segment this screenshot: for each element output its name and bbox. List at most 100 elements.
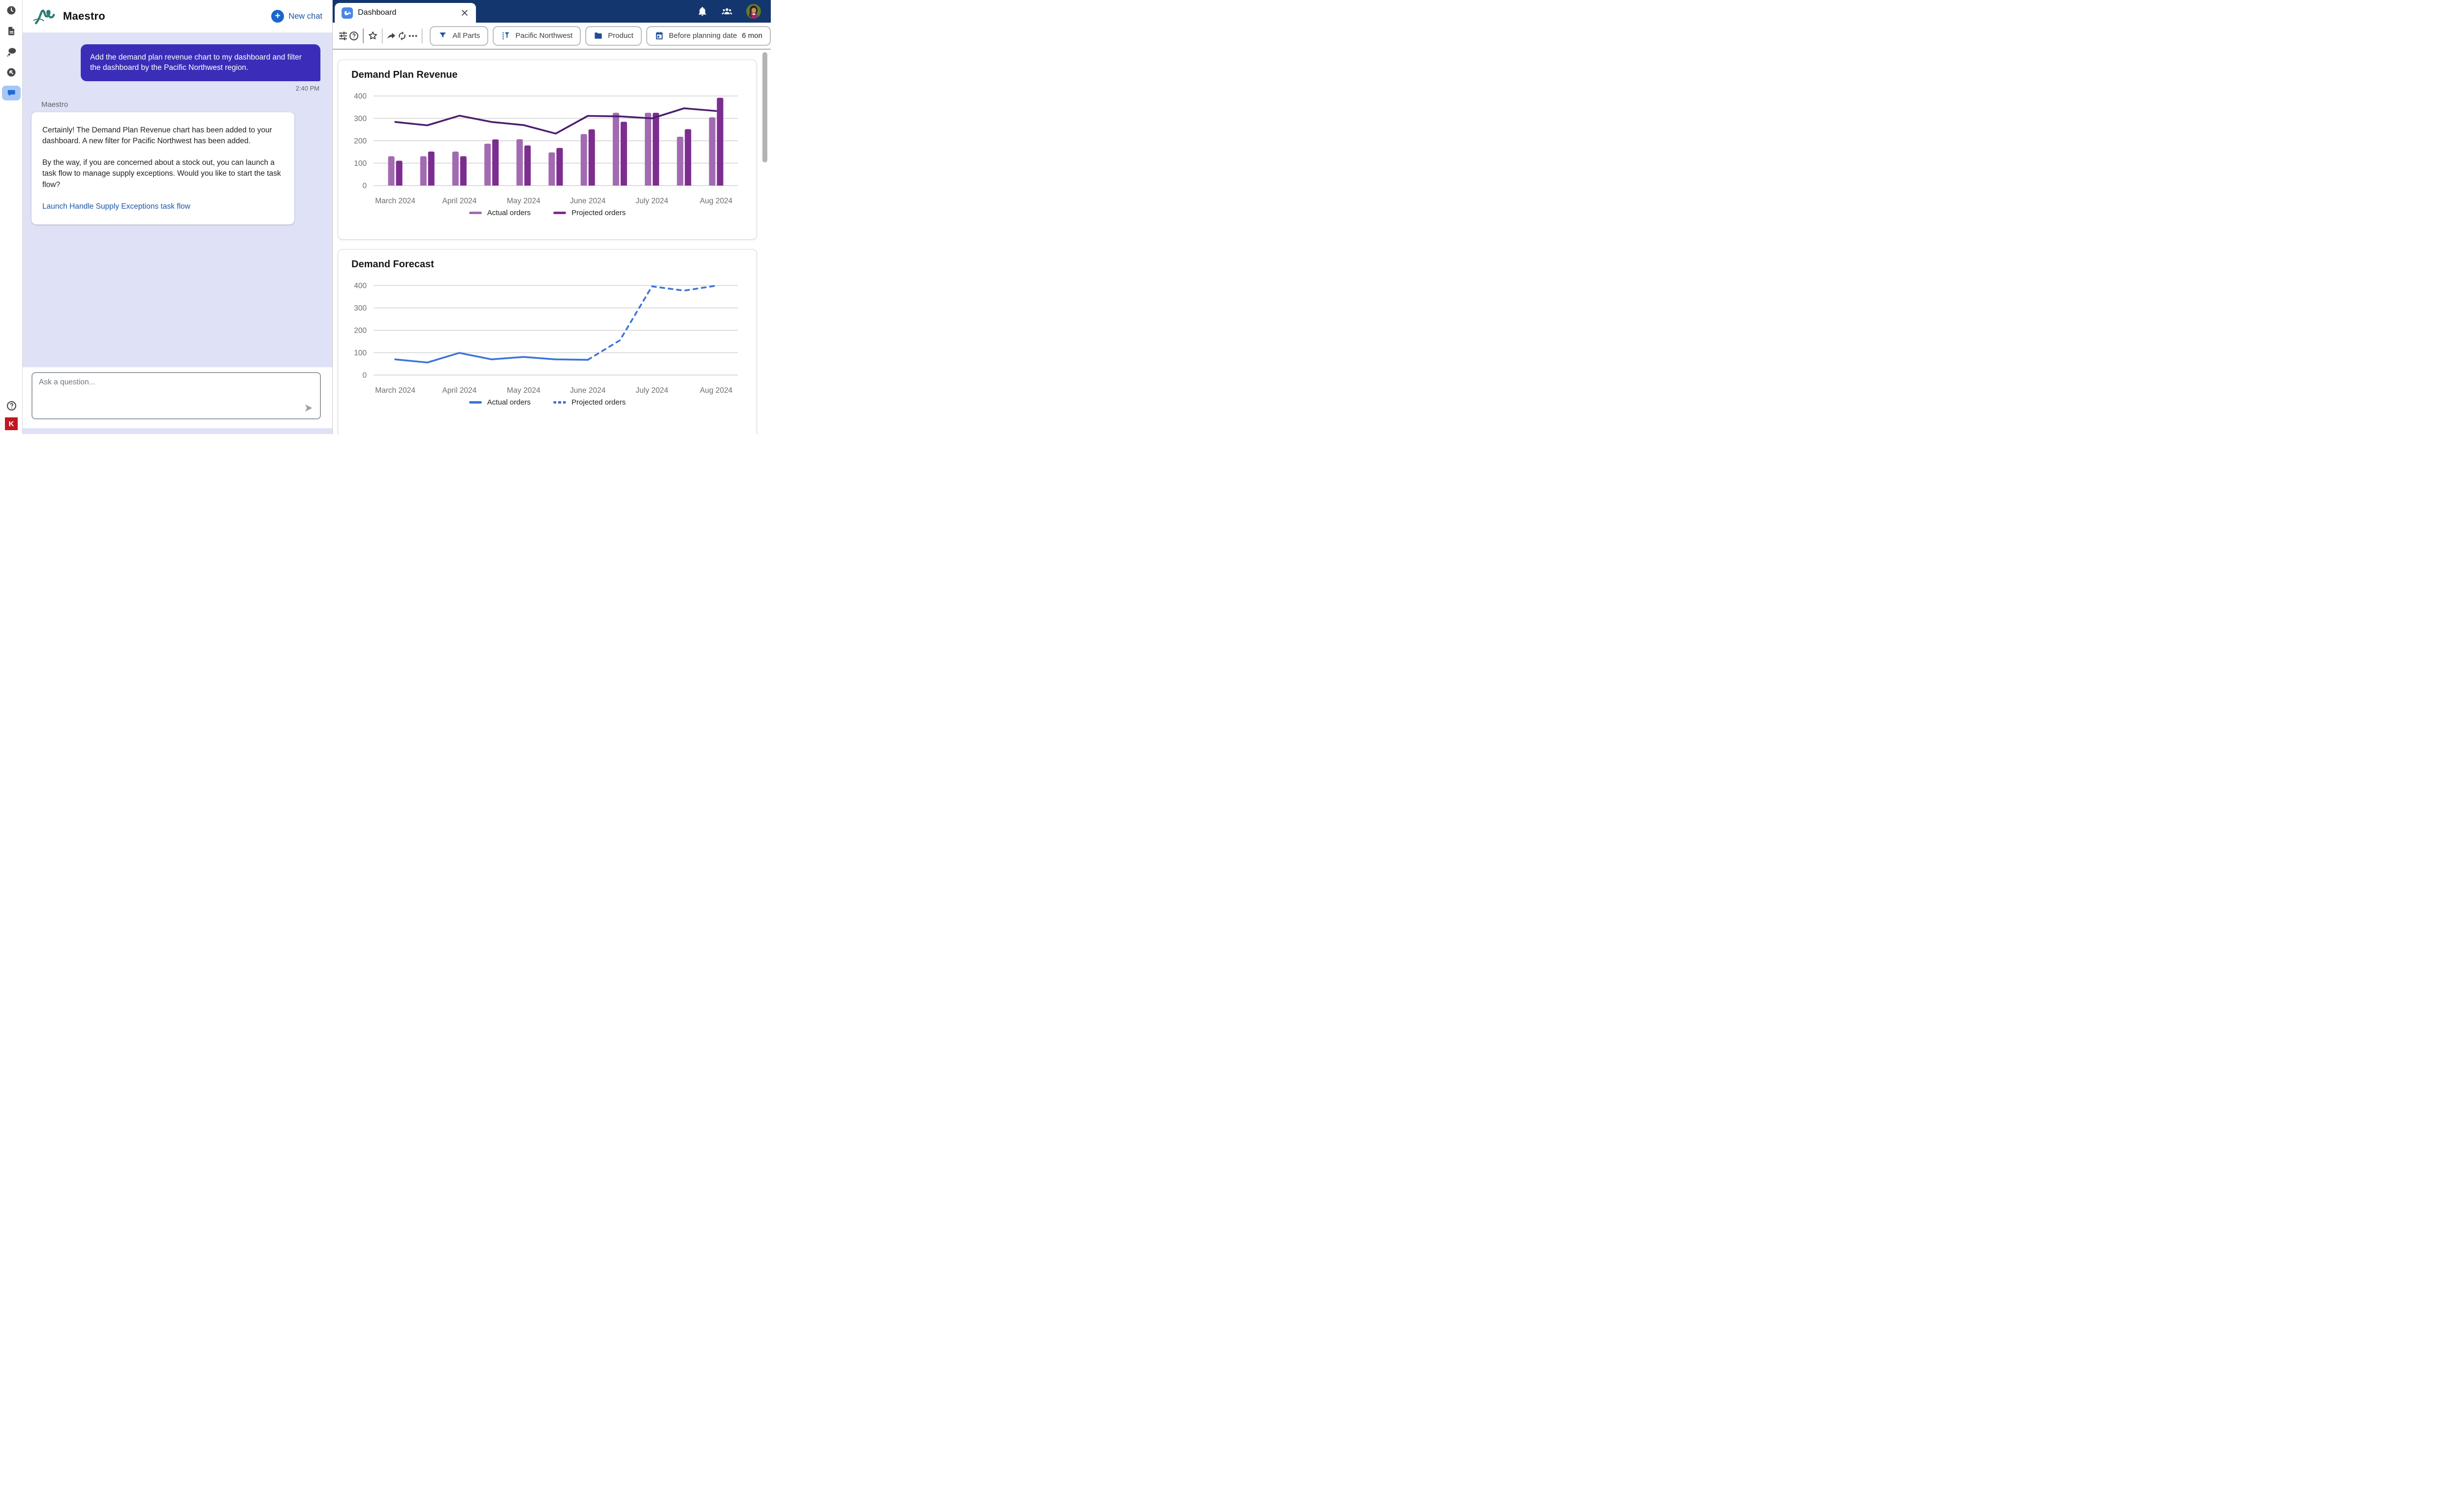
message-timestamp: 2:40 PM bbox=[23, 85, 319, 92]
svg-text:300: 300 bbox=[354, 115, 367, 123]
arrow-up-left-icon bbox=[6, 67, 17, 78]
user-message-bubble: Add the demand plan revenue chart to my … bbox=[81, 44, 320, 81]
sidebar-item-history[interactable] bbox=[0, 0, 23, 21]
clock-icon bbox=[6, 5, 17, 16]
close-icon bbox=[460, 8, 469, 17]
svg-text:May 2024: May 2024 bbox=[507, 386, 540, 395]
refresh-button[interactable] bbox=[397, 27, 408, 45]
sidebar-item-chat[interactable] bbox=[0, 83, 23, 103]
svg-text:March 2024: March 2024 bbox=[375, 197, 415, 205]
document-icon bbox=[6, 26, 17, 36]
svg-text:300: 300 bbox=[354, 304, 367, 313]
more-options-button[interactable] bbox=[408, 27, 418, 45]
chat-panel-title: Maestro bbox=[63, 10, 105, 23]
svg-text:June 2024: June 2024 bbox=[570, 197, 606, 205]
demand-forecast-chart: 0100200300400March 2024April 2024May 202… bbox=[346, 272, 746, 396]
sidebar-item-documents[interactable] bbox=[0, 21, 23, 41]
legend-item: Projected orders bbox=[553, 398, 626, 407]
dashboard-toolbar: All Parts Pacific Northwest Product bbox=[333, 23, 771, 50]
svg-text:June 2024: June 2024 bbox=[570, 386, 606, 395]
more-options-icon bbox=[408, 31, 418, 41]
demand-forecast-card: Demand Forecast 0100200300400March 2024A… bbox=[338, 249, 757, 434]
people-button[interactable] bbox=[721, 6, 733, 17]
solid-line-swatch bbox=[469, 401, 482, 404]
close-tab-button[interactable] bbox=[460, 8, 469, 17]
svg-text:200: 200 bbox=[354, 327, 367, 335]
top-navy-bar: Dashboard bbox=[333, 0, 771, 23]
help-button[interactable] bbox=[348, 27, 359, 45]
new-chat-button[interactable]: + New chat bbox=[271, 10, 322, 23]
svg-text:100: 100 bbox=[354, 159, 367, 168]
svg-text:July 2024: July 2024 bbox=[635, 386, 668, 395]
help-circle-icon bbox=[6, 400, 17, 411]
new-chat-label: New chat bbox=[288, 12, 322, 21]
svg-text:100: 100 bbox=[354, 349, 367, 357]
svg-text:Aug 2024: Aug 2024 bbox=[700, 386, 733, 395]
chip-label: Product bbox=[608, 32, 633, 40]
help-button[interactable] bbox=[6, 400, 17, 411]
solid-line-swatch bbox=[469, 212, 482, 214]
brand-logo-k[interactable]: K bbox=[5, 417, 18, 430]
rail-bottom-group: K bbox=[0, 400, 23, 430]
legend-item: Projected orders bbox=[553, 209, 626, 217]
legend-label: Actual orders bbox=[487, 209, 531, 217]
settings-sliders-button[interactable] bbox=[338, 27, 348, 45]
dashboard-tab[interactable]: Dashboard bbox=[335, 3, 476, 23]
share-button[interactable] bbox=[386, 27, 397, 45]
active-item-highlight bbox=[2, 86, 21, 100]
dashed-line-swatch bbox=[553, 401, 566, 404]
dashboard-tab-label: Dashboard bbox=[358, 8, 396, 17]
user-avatar[interactable] bbox=[746, 4, 761, 19]
notifications-bell-icon bbox=[697, 6, 708, 17]
solid-line-swatch bbox=[553, 212, 566, 214]
svg-text:May 2024: May 2024 bbox=[507, 197, 540, 205]
notifications-button[interactable] bbox=[697, 6, 708, 17]
filter-chip-planning-date[interactable]: Before planning date 6 mon bbox=[646, 26, 771, 46]
people-group-icon bbox=[721, 6, 733, 17]
svg-text:400: 400 bbox=[354, 282, 367, 290]
chat-input-section: Ask a question... bbox=[23, 367, 332, 428]
chart-legend: Actual orders Projected orders bbox=[338, 209, 757, 217]
chat-message-list[interactable]: Add the demand plan revenue chart to my … bbox=[23, 32, 332, 367]
legend-item: Actual orders bbox=[469, 398, 531, 407]
svg-text:0: 0 bbox=[362, 372, 367, 380]
svg-text:Aug 2024: Aug 2024 bbox=[700, 197, 733, 205]
legend-label: Actual orders bbox=[487, 398, 531, 407]
agent-name-label: Maestro bbox=[41, 100, 332, 109]
agent-paragraph: By the way, if you are concerned about a… bbox=[42, 158, 282, 190]
help-circle-icon bbox=[348, 31, 359, 41]
global-header-actions bbox=[697, 0, 771, 23]
vertical-scrollbar-thumb[interactable] bbox=[762, 52, 767, 162]
sidebar-item-open-link[interactable] bbox=[0, 62, 23, 83]
agent-message-card: Certainly! The Demand Plan Revenue chart… bbox=[32, 112, 294, 224]
chip-value: 6 mon bbox=[742, 32, 762, 40]
chip-label: All Parts bbox=[452, 32, 480, 40]
question-input[interactable]: Ask a question... bbox=[32, 372, 321, 419]
sidebar-item-insights[interactable] bbox=[0, 41, 23, 62]
demand-plan-revenue-card: Demand Plan Revenue 0100200300400March 2… bbox=[338, 60, 757, 240]
chat-panel: Maestro + New chat Add the demand plan r… bbox=[23, 0, 333, 434]
filter-chip-product[interactable]: Product bbox=[585, 26, 642, 46]
input-placeholder: Ask a question... bbox=[39, 378, 95, 387]
launch-task-flow-link[interactable]: Launch Handle Supply Exceptions task flo… bbox=[42, 201, 190, 212]
send-arrow-icon bbox=[303, 403, 314, 413]
funnel-icon bbox=[438, 31, 447, 40]
chart-title: Demand Forecast bbox=[351, 259, 749, 270]
plus-icon: + bbox=[271, 10, 284, 23]
demand-plan-revenue-chart: 0100200300400March 2024April 2024May 202… bbox=[346, 83, 746, 207]
dashboard-panel: Dashboard bbox=[333, 0, 771, 434]
thought-bubble-icon bbox=[6, 46, 17, 58]
svg-text:200: 200 bbox=[354, 137, 367, 146]
send-button[interactable] bbox=[303, 403, 314, 413]
maestro-logo-icon bbox=[32, 8, 57, 25]
favorite-button[interactable] bbox=[367, 27, 379, 45]
filter-chip-all-parts[interactable]: All Parts bbox=[430, 26, 488, 46]
chat-bubble-icon bbox=[6, 88, 17, 98]
settings-sliders-icon bbox=[338, 31, 348, 41]
pie-chart-icon bbox=[342, 7, 353, 19]
legend-label: Projected orders bbox=[571, 209, 626, 217]
legend-label: Projected orders bbox=[571, 398, 626, 407]
agent-paragraph: Certainly! The Demand Plan Revenue chart… bbox=[42, 125, 282, 147]
svg-text:April 2024: April 2024 bbox=[442, 197, 477, 205]
filter-chip-region[interactable]: Pacific Northwest bbox=[493, 26, 581, 46]
